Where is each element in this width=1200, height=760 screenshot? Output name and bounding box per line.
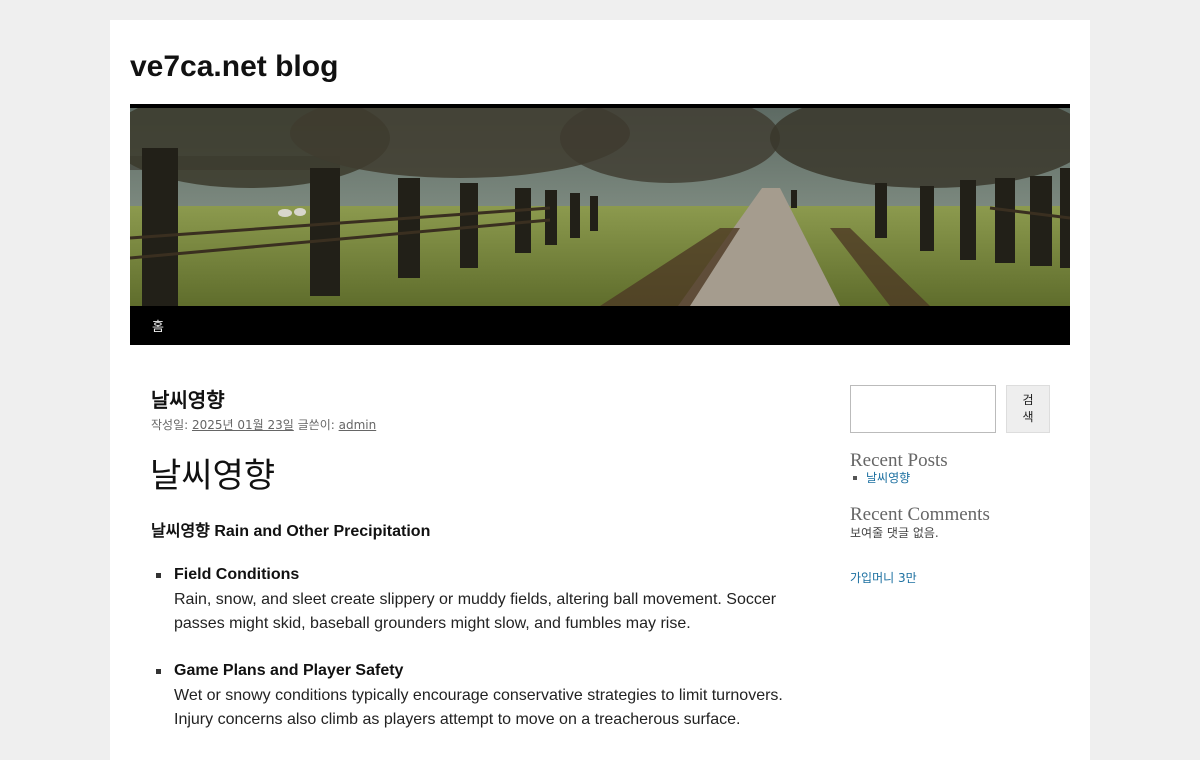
post-title[interactable]: 날씨영향 (151, 384, 225, 413)
recent-post-link[interactable]: 날씨영향 (866, 469, 910, 486)
list-item-text: Rain, snow, and sleet create slippery or… (174, 591, 777, 632)
entry-subheading: 날씨영향 Rain and Other Precipitation (151, 523, 431, 540)
main-nav: 홈 (130, 306, 1070, 345)
site-title[interactable]: ve7ca.net blog (130, 50, 338, 84)
post-author-prefix: 글쓴이: (293, 418, 339, 432)
list-item-title: Game Plans and Player Safety (174, 662, 404, 679)
list-bullet (156, 669, 161, 674)
no-comments-text: 보여줄 댓글 없음. (850, 526, 939, 540)
entry-heading: 날씨영향 (150, 456, 276, 496)
post-meta: 작성일: 2025년 01월 23일 글쓴이: admin (151, 416, 376, 433)
sidebar-extra-link[interactable]: 가입머니 3만 (850, 569, 917, 586)
post-author-link[interactable]: admin (339, 418, 377, 432)
search-button[interactable]: 검색 (1006, 385, 1050, 433)
list-item-text: Wet or snowy conditions typically encour… (174, 687, 783, 728)
nav-item-home[interactable]: 홈 (152, 316, 164, 335)
list-bullet (156, 573, 161, 578)
post-date-prefix: 작성일: (151, 418, 192, 432)
search-input[interactable] (850, 385, 996, 433)
header-image (130, 104, 1070, 306)
page-container: ve7ca.net blog 홈 날씨영향 작성일: 2025년 01월 23일… (110, 20, 1090, 760)
list-item-title: Field Conditions (174, 566, 300, 583)
post-date-link[interactable]: 2025년 01월 23일 (192, 418, 294, 432)
recent-comments-title: Recent Comments (850, 504, 990, 525)
list-bullet (853, 476, 857, 480)
